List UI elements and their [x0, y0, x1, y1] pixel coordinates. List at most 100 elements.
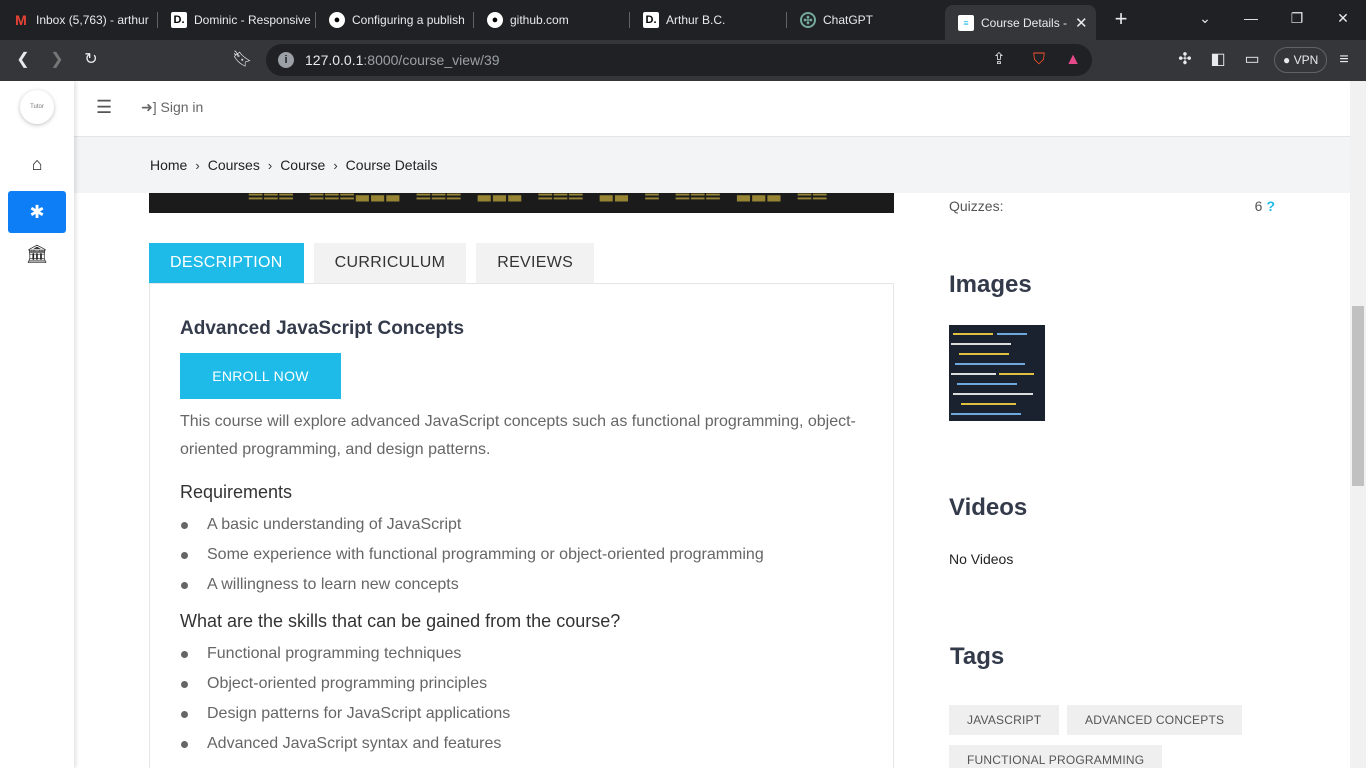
- sign-in-icon: ➜]: [141, 99, 157, 115]
- share-icon[interactable]: ⇪: [989, 50, 1009, 70]
- tab-title: Inbox (5,763) - arthur: [36, 13, 149, 27]
- browser-tab[interactable]: D. Arthur B.C.: [630, 0, 787, 40]
- chevron-right-icon: ›: [267, 157, 273, 173]
- page-icon: ≡: [958, 14, 974, 31]
- quizzes-label: Quizzes:: [949, 198, 1004, 214]
- new-tab-button[interactable]: +: [1109, 8, 1133, 32]
- gmail-icon: M: [15, 12, 27, 28]
- github-icon: ●: [329, 12, 345, 28]
- sidebar-toggle-icon[interactable]: ◧: [1208, 50, 1228, 70]
- forward-icon[interactable]: ❯: [47, 50, 67, 70]
- tab-title: Arthur B.C.: [666, 13, 726, 27]
- extensions-icon[interactable]: ✣: [1175, 50, 1195, 70]
- quizzes-count: 6: [1254, 198, 1263, 214]
- tab-title: Course Details -: [981, 15, 1067, 30]
- course-title: Advanced JavaScript Concepts: [180, 318, 465, 339]
- github-icon: ●: [487, 12, 503, 28]
- brave-rewards-icon[interactable]: ▲: [1063, 50, 1083, 70]
- sign-in-link[interactable]: ➜] Sign in: [141, 99, 203, 116]
- list-item: Functional programming techniques: [180, 642, 863, 672]
- no-videos-text: No Videos: [949, 551, 1014, 567]
- tab-title: github.com: [510, 13, 569, 27]
- chevron-right-icon: ›: [195, 157, 200, 173]
- browser-tab[interactable]: ✣ ChatGPT: [787, 0, 942, 40]
- course-banner-image: ═══ ═══▬▬▬ ═══ ▬▬▬ ═══ ▬▬ ═ ═══ ▬▬▬ ══: [149, 193, 894, 213]
- description-panel: Advanced JavaScript Concepts ENROLL NOW …: [149, 283, 894, 768]
- breadcrumb-courses[interactable]: Courses: [208, 157, 260, 173]
- vpn-dot-icon: ●: [1283, 53, 1291, 67]
- top-navbar: ☰ ➜] Sign in: [74, 81, 1350, 137]
- tab-description[interactable]: DESCRIPTION: [149, 243, 304, 283]
- browser-tab-active[interactable]: ≡ Course Details - ✕: [945, 5, 1096, 40]
- hamburger-icon[interactable]: ☰: [96, 97, 112, 118]
- browser-toolbar: ❮ ❯ ↻ 🔖︎ i 127.0.0.1:8000/course_view/39…: [0, 40, 1366, 81]
- tag[interactable]: FUNCTIONAL PROGRAMMING: [949, 745, 1163, 768]
- list-item: Object-oriented programming principles: [180, 672, 863, 702]
- enroll-button[interactable]: ENROLL NOW: [180, 353, 341, 399]
- breadcrumb-current: Course Details: [345, 157, 438, 173]
- tab-reviews[interactable]: REVIEWS: [476, 243, 595, 283]
- brave-shield-icon[interactable]: ⛉: [1029, 50, 1049, 70]
- list-item: A willingness to learn new concepts: [180, 573, 863, 603]
- logo[interactable]: Tutor: [20, 90, 54, 124]
- requirements-heading: Requirements: [180, 482, 293, 502]
- close-tab-icon[interactable]: ✕: [1075, 14, 1088, 32]
- page-scrollbar[interactable]: [1350, 81, 1366, 768]
- sidebar-item-institution[interactable]: 🏛︎: [8, 233, 66, 275]
- list-item: Some experience with functional programm…: [180, 543, 863, 573]
- browser-tab[interactable]: D. Dominic - Responsive: [158, 0, 316, 40]
- images-heading: Images: [949, 271, 1032, 298]
- videos-heading: Videos: [949, 494, 1028, 521]
- sidebar-item-courses[interactable]: ✱: [8, 191, 66, 233]
- breadcrumb-course[interactable]: Course: [280, 157, 325, 173]
- browser-tab[interactable]: ● Configuring a publish: [316, 0, 474, 40]
- quizzes-row: Quizzes: 6?: [949, 198, 1275, 214]
- dev-icon: D.: [171, 12, 187, 28]
- bookmark-icon[interactable]: 🔖︎: [232, 50, 252, 70]
- reload-icon[interactable]: ↻: [81, 50, 101, 70]
- dev-icon: D.: [643, 12, 659, 28]
- bank-icon: 🏛︎: [25, 243, 49, 264]
- tag[interactable]: JAVASCRIPT: [949, 705, 1060, 735]
- skills-heading: What are the skills that can be gained f…: [180, 611, 621, 631]
- breadcrumb: Home › Courses › Course › Course Details: [150, 157, 438, 173]
- vpn-button[interactable]: ● VPN: [1274, 47, 1328, 73]
- minimize-icon[interactable]: —: [1241, 10, 1261, 26]
- browser-tab[interactable]: ● github.com: [474, 0, 630, 40]
- breadcrumb-bar: Home › Courses › Course › Course Details: [74, 137, 1350, 193]
- address-bar[interactable]: i 127.0.0.1:8000/course_view/39 ⇪ ⛉ ▲: [266, 44, 1092, 76]
- list-item: Design patterns for JavaScript applicati…: [180, 702, 863, 732]
- course-tabs: DESCRIPTION CURRICULUM REVIEWS: [149, 243, 595, 283]
- asterisk-icon: ✱: [29, 201, 45, 222]
- list-item: A basic understanding of JavaScript: [180, 513, 863, 543]
- course-description: This course will explore advanced JavaSc…: [180, 413, 856, 458]
- wallet-icon[interactable]: ▭: [1242, 50, 1262, 70]
- help-icon[interactable]: ?: [1266, 198, 1275, 214]
- app-sidebar: Tutor ⌂ ✱ 🏛︎: [0, 81, 74, 768]
- course-image-thumbnail[interactable]: [949, 325, 1045, 421]
- back-icon[interactable]: ❮: [13, 50, 33, 70]
- chatgpt-icon: ✣: [800, 12, 816, 28]
- url-text[interactable]: 127.0.0.1:8000/course_view/39: [305, 52, 500, 68]
- tab-title: Configuring a publish: [352, 13, 465, 27]
- chevron-right-icon: ›: [333, 157, 338, 173]
- tags-heading: Tags: [950, 643, 1005, 670]
- sidebar-item-home[interactable]: ⌂: [8, 143, 66, 185]
- list-item: Advanced JavaScript syntax and features: [180, 732, 863, 762]
- page: Tutor ⌂ ✱ 🏛︎ ☰ ➜] Sign in Home › Courses…: [0, 81, 1350, 768]
- tab-title: Dominic - Responsive: [194, 13, 311, 27]
- tab-curriculum[interactable]: CURRICULUM: [313, 243, 467, 283]
- requirements-list: A basic understanding of JavaScript Some…: [180, 513, 863, 603]
- home-icon: ⌂: [31, 153, 43, 174]
- scrollbar-thumb[interactable]: [1352, 306, 1364, 486]
- site-info-icon[interactable]: i: [278, 52, 294, 68]
- breadcrumb-home[interactable]: Home: [150, 157, 187, 173]
- window-close-icon[interactable]: ✕: [1333, 10, 1353, 27]
- tag[interactable]: ADVANCED CONCEPTS: [1067, 705, 1243, 735]
- tab-search-icon[interactable]: ⌄: [1195, 10, 1215, 27]
- tab-title: ChatGPT: [823, 13, 874, 27]
- browser-tab[interactable]: M Inbox (5,763) - arthur: [0, 0, 158, 40]
- browser-tab-strip: M Inbox (5,763) - arthur D. Dominic - Re…: [0, 0, 1366, 40]
- restore-icon[interactable]: ❐: [1287, 10, 1307, 27]
- menu-icon[interactable]: ≡: [1334, 50, 1354, 70]
